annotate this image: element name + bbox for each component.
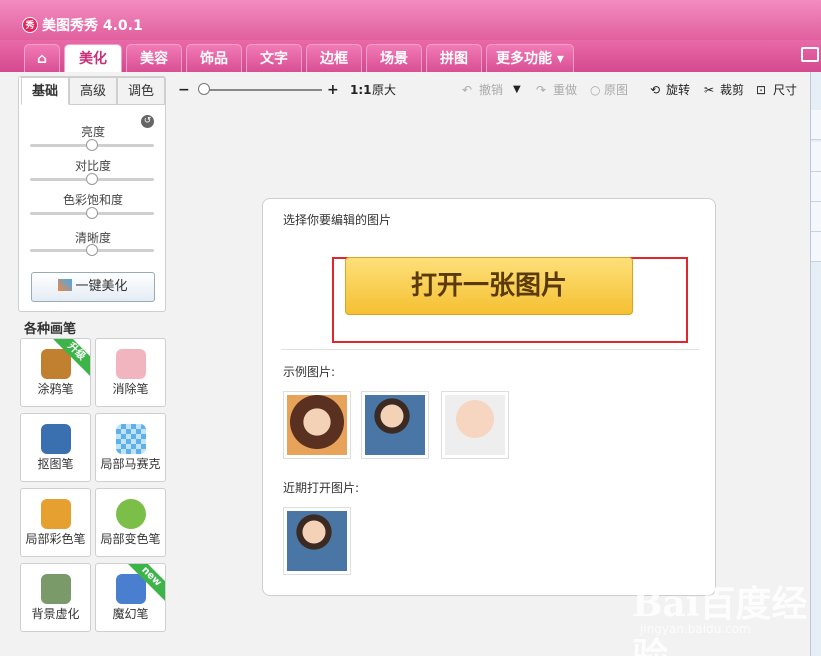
mosaic-icon bbox=[116, 424, 146, 454]
undo-icon[interactable]: ↶ bbox=[462, 80, 472, 100]
recent-images-label: 近期打开图片: bbox=[283, 481, 360, 495]
resize-button[interactable]: 尺寸 bbox=[773, 80, 797, 100]
tab-border[interactable]: 边框 bbox=[306, 44, 362, 72]
one-key-label: 一键美化 bbox=[75, 279, 128, 294]
baidu-watermark: Bai百度经验 bbox=[632, 583, 808, 656]
open-image-panel: 选择你要编辑的图片 打开一张图片 示例图片: 近期打开图片: bbox=[262, 198, 716, 596]
edit-toolbar: − + 1:1 原大 ↶ 撤销 ▼ ↷ 重做 ○ 原图 ⟲ 旋转 ✂ 裁剪 ⊡ … bbox=[176, 80, 806, 102]
brush-label: 魔幻笔 bbox=[112, 607, 149, 621]
right-panel-item[interactable] bbox=[811, 110, 821, 140]
right-side-panel bbox=[810, 72, 821, 656]
recent-image-thumbnail[interactable] bbox=[283, 507, 351, 575]
redo-icon[interactable]: ↷ bbox=[536, 80, 546, 100]
app-title: 美图秀秀 4.0.1 bbox=[42, 18, 143, 34]
brush-label: 背景虚化 bbox=[31, 607, 80, 621]
original-size-label[interactable]: 原大 bbox=[372, 80, 396, 100]
crop-button[interactable]: 裁剪 bbox=[720, 80, 744, 100]
brush-eraser[interactable]: 消除笔 bbox=[95, 338, 166, 407]
pen-tool-icon bbox=[41, 424, 71, 454]
main-tab-bar: ⌂ 美化 美容 饰品 文字 边框 场景 拼图 更多功能 ▾ bbox=[0, 40, 821, 72]
right-panel-item[interactable] bbox=[811, 172, 821, 202]
magic-wand-icon bbox=[58, 279, 73, 291]
brush-label: 抠图笔 bbox=[37, 457, 74, 471]
rotate-button[interactable]: 旋转 bbox=[666, 80, 690, 100]
brush-local-color[interactable]: 局部彩色笔 bbox=[20, 488, 91, 557]
sample-image-3 bbox=[445, 395, 505, 455]
zoom-slider-thumb[interactable] bbox=[198, 83, 210, 95]
graffiti-brush-icon bbox=[41, 349, 71, 379]
brush-color-change[interactable]: 局部变色笔 bbox=[95, 488, 166, 557]
magic-pen-icon bbox=[116, 574, 146, 604]
zoom-out-icon[interactable]: − bbox=[178, 80, 190, 100]
rotate-icon[interactable]: ⟲ bbox=[650, 80, 660, 100]
folder-icon[interactable] bbox=[801, 47, 819, 62]
slider-label-contrast: 对比度 bbox=[74, 159, 111, 173]
sample-image-2 bbox=[365, 395, 425, 455]
sample-image-thumbnail[interactable] bbox=[441, 391, 509, 459]
brush-section-title: 各种画笔 bbox=[24, 322, 77, 337]
brush-cutout[interactable]: 抠图笔 bbox=[20, 413, 91, 482]
brush-background-blur[interactable]: 背景虚化 bbox=[20, 563, 91, 632]
tab-scene[interactable]: 场景 bbox=[366, 44, 422, 72]
sharpness-slider-thumb[interactable] bbox=[86, 244, 98, 256]
tab-accessories[interactable]: 饰品 bbox=[186, 44, 242, 72]
baidu-watermark-url: jingyan.baidu.com bbox=[640, 622, 751, 636]
sample-image-1 bbox=[287, 395, 347, 455]
undo-button[interactable]: 撤销 bbox=[479, 80, 503, 100]
brush-label: 局部马赛克 bbox=[100, 457, 161, 471]
paint-brush-icon bbox=[41, 499, 71, 529]
sample-image-thumbnail[interactable] bbox=[361, 391, 429, 459]
zoom-slider[interactable] bbox=[204, 89, 322, 91]
original-image-button[interactable]: 原图 bbox=[604, 80, 628, 100]
brush-label: 消除笔 bbox=[112, 382, 149, 396]
choose-image-title: 选择你要编辑的图片 bbox=[283, 213, 392, 227]
adjust-panel: 基础 高级 调色 ↺ 亮度 对比度 色彩饱和度 清晰度 一键美化 bbox=[18, 76, 166, 312]
brush-magic[interactable]: new 魔幻笔 bbox=[95, 563, 166, 632]
brush-graffiti[interactable]: 升级 涂鸦笔 bbox=[20, 338, 91, 407]
one-key-beautify-button[interactable]: 一键美化 bbox=[31, 272, 155, 302]
contrast-slider-thumb[interactable] bbox=[86, 173, 98, 185]
blur-icon bbox=[41, 574, 71, 604]
paint-bucket-icon bbox=[116, 499, 146, 529]
title-bar: 秀 美图秀秀 4.0.1 bbox=[0, 0, 821, 40]
open-image-button[interactable]: 打开一张图片 bbox=[345, 257, 633, 315]
divider bbox=[281, 349, 699, 350]
saturation-slider-thumb[interactable] bbox=[86, 207, 98, 219]
right-panel-item[interactable] bbox=[811, 142, 821, 172]
tab-beauty[interactable]: 美容 bbox=[126, 44, 182, 72]
tab-more[interactable]: 更多功能 ▾ bbox=[486, 44, 574, 72]
tab-collage[interactable]: 拼图 bbox=[426, 44, 482, 72]
app-logo-icon: 秀 bbox=[22, 17, 38, 33]
right-panel-item[interactable] bbox=[811, 202, 821, 232]
subtab-color[interactable]: 调色 bbox=[117, 77, 165, 105]
tab-beautify[interactable]: 美化 bbox=[64, 44, 122, 72]
right-panel-item[interactable] bbox=[811, 232, 821, 262]
undo-dropdown-icon[interactable]: ▼ bbox=[513, 80, 521, 100]
actual-size-button[interactable]: 1:1 bbox=[350, 80, 372, 100]
tab-home[interactable]: ⌂ bbox=[24, 44, 60, 72]
eraser-icon bbox=[116, 349, 146, 379]
brush-mosaic[interactable]: 局部马赛克 bbox=[95, 413, 166, 482]
brush-label: 局部变色笔 bbox=[100, 532, 161, 546]
original-image-icon[interactable]: ○ bbox=[590, 80, 600, 100]
subtab-basic[interactable]: 基础 bbox=[21, 77, 69, 105]
brush-label: 局部彩色笔 bbox=[25, 532, 86, 546]
zoom-in-icon[interactable]: + bbox=[327, 80, 339, 100]
crop-icon[interactable]: ✂ bbox=[704, 80, 714, 100]
redo-button[interactable]: 重做 bbox=[553, 80, 577, 100]
subtab-advanced[interactable]: 高级 bbox=[69, 77, 117, 105]
tab-text[interactable]: 文字 bbox=[246, 44, 302, 72]
slider-label-saturation: 色彩饱和度 bbox=[62, 193, 123, 207]
slider-label-brightness: 亮度 bbox=[80, 125, 105, 139]
sample-image-thumbnail[interactable] bbox=[283, 391, 351, 459]
sample-images-label: 示例图片: bbox=[283, 365, 336, 379]
resize-icon[interactable]: ⊡ bbox=[756, 80, 766, 100]
recent-image-1 bbox=[287, 511, 347, 571]
brush-label: 涂鸦笔 bbox=[37, 382, 74, 396]
brightness-slider-thumb[interactable] bbox=[86, 139, 98, 151]
